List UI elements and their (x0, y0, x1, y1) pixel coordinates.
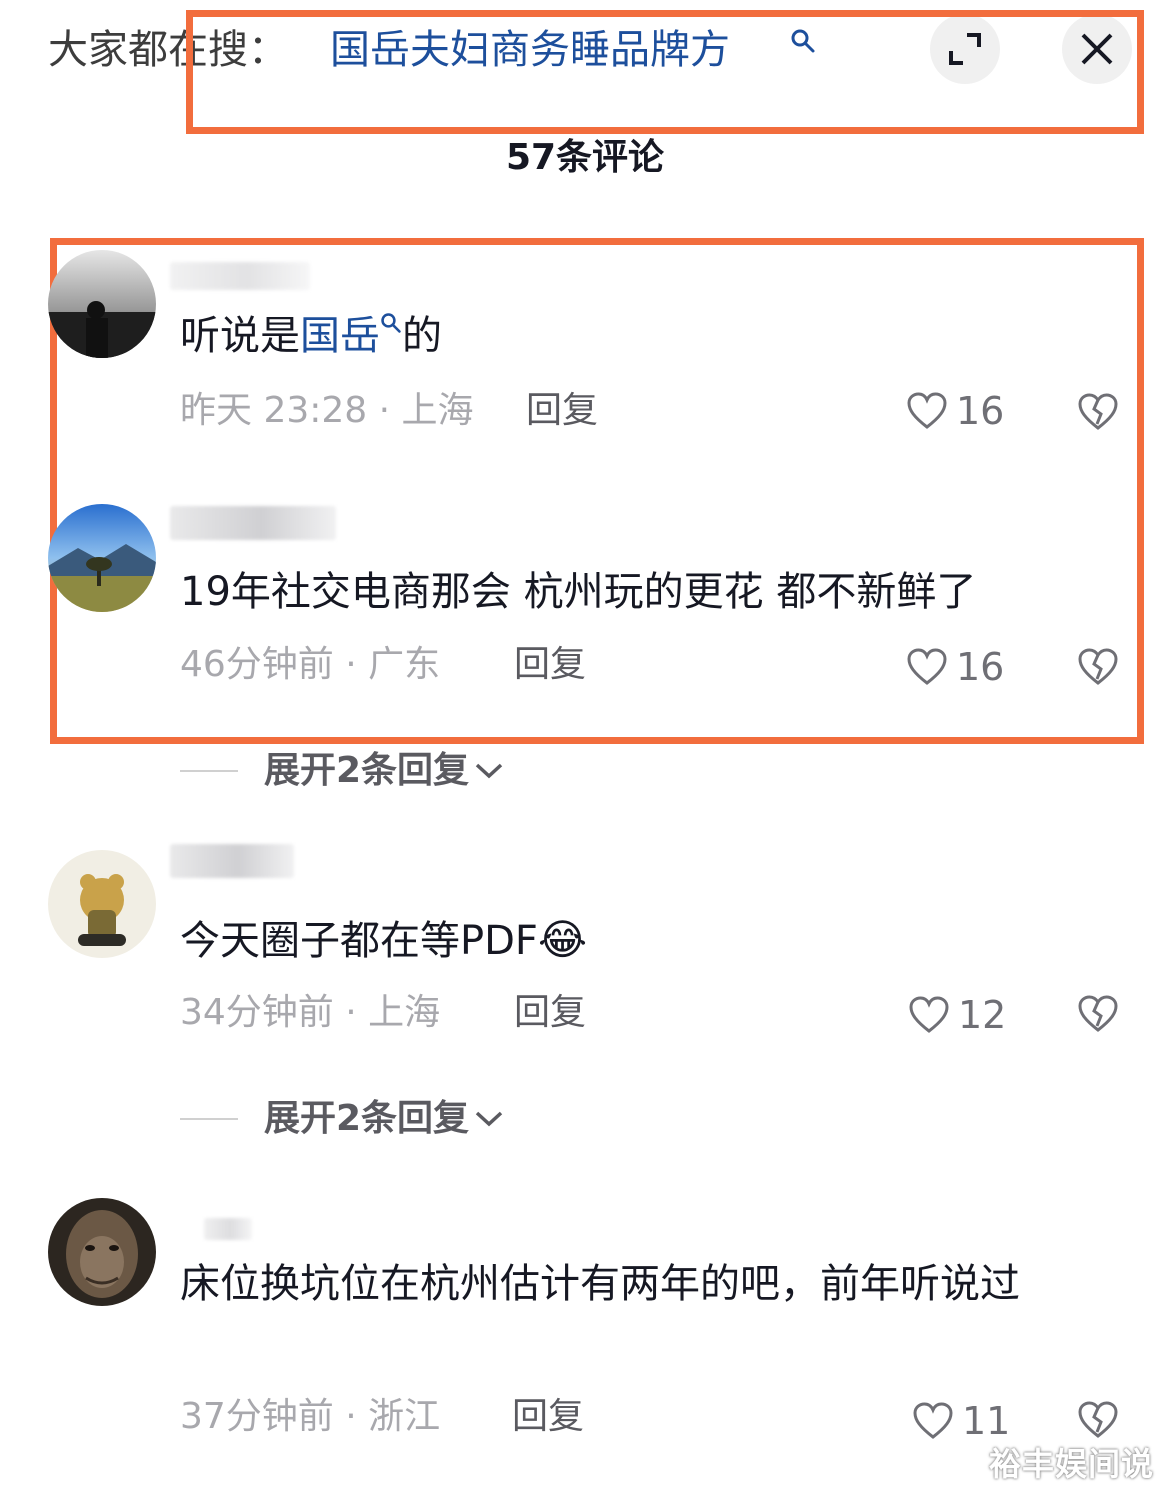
username-blurred[interactable] (170, 506, 336, 540)
comment-location: 上海 (401, 390, 474, 431)
expand-replies-label: 展开2条回复 (264, 750, 470, 791)
comment-meta: 昨天 23:28 · 上海 (180, 390, 474, 431)
like-count: 12 (958, 993, 1007, 1037)
avatar[interactable] (48, 504, 156, 612)
avatar[interactable] (48, 850, 156, 958)
comment-meta: 46分钟前 · 广东 (180, 644, 441, 685)
comment-text-part: 听说是 (180, 313, 300, 359)
comment-text: 床位换坑位在杭州估计有两年的吧，前年听说过 (180, 1261, 1020, 1307)
reply-button[interactable]: 回复 (514, 640, 586, 690)
comment-time: 37分钟前 (180, 1396, 334, 1437)
watermark: 裕丰娱间说 (988, 1445, 1154, 1483)
comment-count-title: 57条评论 (505, 137, 665, 178)
like-button[interactable]: 12 (908, 990, 1006, 1040)
comment-meta: 34分钟前 · 上海 (180, 992, 441, 1033)
expand-replies-button[interactable]: 展开2条回复 (180, 746, 505, 796)
search-icon (381, 313, 401, 333)
heart-icon (909, 996, 949, 1033)
heart-icon (907, 648, 947, 685)
crying-laughing-emoji: 😂 (537, 915, 588, 964)
broken-heart-icon[interactable] (1076, 645, 1120, 689)
broken-heart-icon[interactable] (1076, 992, 1120, 1036)
avatar[interactable] (48, 1198, 156, 1306)
comment-search-tag[interactable]: 国岳 (300, 313, 380, 359)
username-blurred[interactable] (170, 262, 310, 290)
chevron-down-icon (475, 763, 503, 779)
heart-icon (913, 1402, 953, 1439)
comment-text: 19年社交电商那会 杭州玩的更花 都不新鲜了 (180, 569, 977, 615)
avatar[interactable] (48, 250, 156, 358)
username-blurred[interactable] (204, 1218, 252, 1240)
like-button[interactable]: 16 (906, 386, 1004, 436)
chevron-down-icon (475, 1111, 503, 1127)
reply-button[interactable]: 回复 (526, 386, 598, 436)
comment-meta: 37分钟前 · 浙江 (180, 1396, 441, 1437)
reply-button[interactable]: 回复 (514, 988, 586, 1038)
broken-heart-icon[interactable] (1076, 1398, 1120, 1442)
comment-location: 浙江 (368, 1396, 441, 1437)
comment-text-part: 的 (402, 313, 442, 359)
divider (180, 770, 238, 772)
comment-location: 上海 (368, 992, 441, 1033)
comment-time: 昨天 23:28 (180, 390, 368, 431)
search-highlight-box (186, 10, 1144, 134)
like-count: 16 (956, 389, 1005, 433)
like-count: 16 (956, 645, 1005, 689)
comment-text-part: 今天圈子都在等PDF (180, 918, 538, 964)
comment-time: 46分钟前 (180, 644, 334, 685)
reply-button[interactable]: 回复 (512, 1392, 584, 1442)
comment-text: 今天圈子都在等PDF😂 (180, 910, 587, 971)
expand-replies-button[interactable]: 展开2条回复 (180, 1094, 505, 1144)
divider (180, 1118, 238, 1120)
comment-location: 广东 (368, 644, 441, 685)
username-blurred[interactable] (170, 844, 294, 878)
broken-heart-icon[interactable] (1076, 390, 1120, 434)
comment-text: 听说是国岳的 (180, 306, 442, 366)
heart-icon (907, 392, 947, 429)
like-button[interactable]: 16 (906, 642, 1004, 692)
comment-time: 34分钟前 (180, 992, 334, 1033)
expand-replies-label: 展开2条回复 (264, 1098, 470, 1139)
